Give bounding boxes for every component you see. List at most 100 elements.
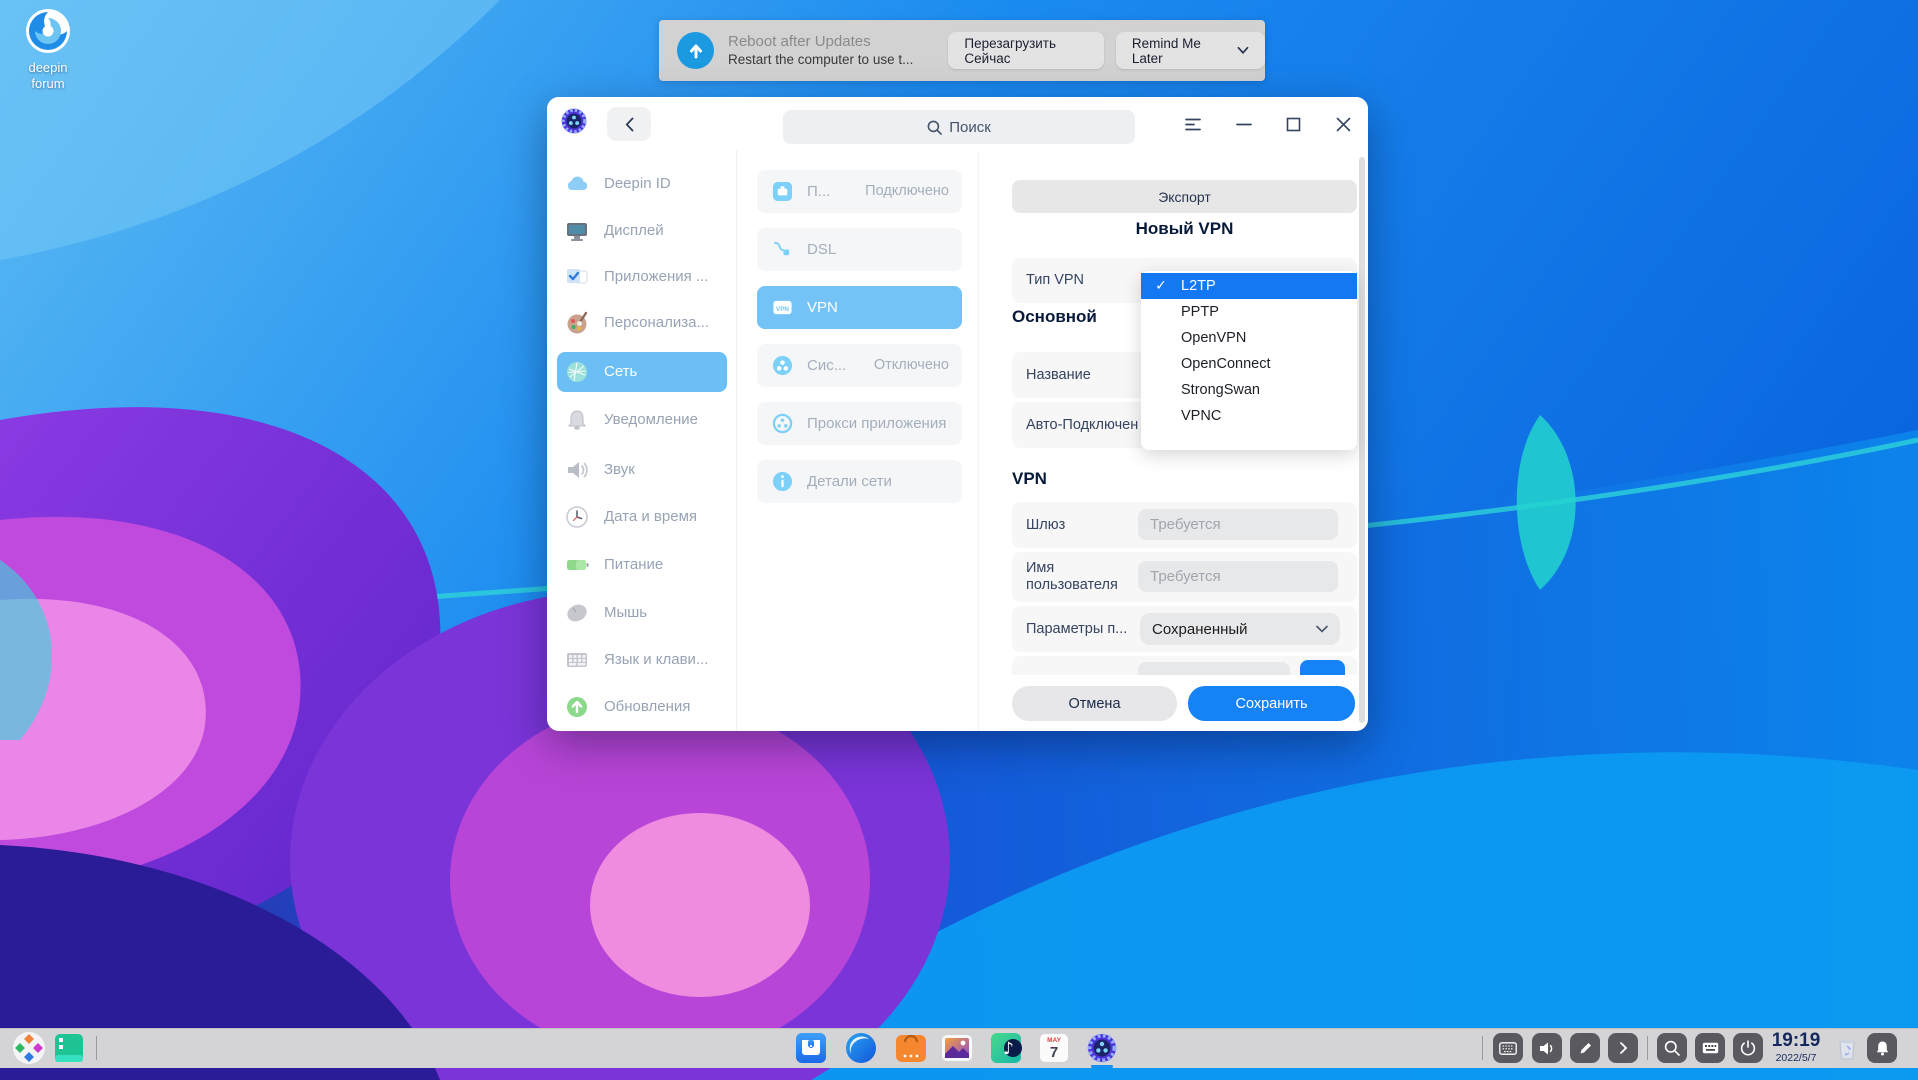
maximize-button[interactable]: [1278, 110, 1308, 138]
sidebar-item-datetime[interactable]: Дата и время: [557, 497, 727, 537]
desktop-shortcut-deepin-forum[interactable]: deepin forum: [6, 8, 90, 92]
save-button[interactable]: Сохранить: [1188, 686, 1355, 721]
dock-clock[interactable]: 19:19 2022/5/7: [1763, 1030, 1829, 1064]
status-disconnected: Отключено: [873, 357, 949, 373]
palette-icon: [567, 311, 588, 334]
gateway-label: Шлюз: [1026, 516, 1066, 533]
chevron-right-icon: [1619, 1042, 1627, 1054]
export-button[interactable]: Экспорт: [1012, 180, 1357, 213]
info-icon: [772, 471, 793, 492]
control-center-window: Поиск Deepin ID Дисплей Приложения ... П…: [547, 97, 1368, 731]
bell-icon: [1876, 1041, 1888, 1056]
sidebar-item-sound[interactable]: Звук: [557, 450, 727, 490]
active-app-indicator: [1091, 1065, 1113, 1068]
dropdown-option-openvpn[interactable]: ✓OpenVPN: [1141, 325, 1357, 351]
dock-app-editor[interactable]: [54, 1033, 86, 1065]
mouse-icon: [567, 604, 587, 622]
tray-screenshot-button[interactable]: [1570, 1033, 1600, 1063]
panel-divider: [978, 150, 979, 731]
update-icon: [567, 697, 587, 717]
browser-icon: [846, 1033, 876, 1063]
network-item-wired[interactable]: П... Подключено: [757, 170, 962, 213]
notification-title: Reboot after Updates: [728, 33, 871, 50]
network-item-dsl[interactable]: DSL: [757, 228, 962, 271]
dropdown-option-vpnc[interactable]: ✓VPNC: [1141, 403, 1357, 429]
panel-scrollbar[interactable]: [1359, 157, 1365, 723]
gateway-row: Шлюз: [1012, 502, 1357, 548]
hotspot-icon: [772, 355, 793, 376]
network-item-hotspot[interactable]: Сис... Отключено: [757, 344, 962, 387]
clipped-blue-button[interactable]: [1300, 660, 1345, 675]
sidebar-item-personalization[interactable]: Персонализа...: [557, 303, 727, 343]
window-menu-button[interactable]: [1178, 110, 1208, 138]
dock-trash[interactable]: [1833, 1034, 1861, 1062]
control-center-icon: [1087, 1033, 1117, 1063]
chevron-down-icon: [1316, 625, 1328, 633]
battery-icon: [567, 560, 589, 570]
sidebar-item-updates[interactable]: Обновления: [557, 687, 727, 727]
desktop-shortcut-label2: forum: [31, 76, 65, 91]
tray-notifications-button[interactable]: [1867, 1033, 1897, 1063]
clock-date: 2022/5/7: [1775, 1052, 1817, 1064]
dropdown-option-strongswan[interactable]: ✓StrongSwan: [1141, 377, 1357, 403]
close-button[interactable]: [1328, 110, 1358, 138]
gateway-input[interactable]: [1138, 509, 1338, 540]
dock-app-store[interactable]: [895, 1032, 927, 1064]
vpn-icon: VPN: [773, 300, 792, 315]
search-input[interactable]: Поиск: [783, 110, 1135, 144]
bell-icon: [568, 410, 586, 430]
music-icon: ♪: [991, 1033, 1022, 1063]
desktop-shortcut-label: deepin: [28, 60, 68, 75]
sidebar-item-display[interactable]: Дисплей: [557, 211, 727, 251]
launcher-button[interactable]: [12, 1031, 46, 1065]
svg-text:7: 7: [1050, 1044, 1058, 1061]
tray-expand-button[interactable]: [1608, 1033, 1638, 1063]
photos-icon: [942, 1035, 972, 1061]
network-item-details[interactable]: Детали сети: [757, 460, 962, 503]
speaker-icon: [568, 462, 588, 478]
password-options-select[interactable]: Сохраненный: [1140, 613, 1340, 645]
tray-search-button[interactable]: [1657, 1033, 1687, 1063]
dock-app-calendar[interactable]: MAY 7: [1038, 1032, 1070, 1064]
pen-icon: [1580, 1042, 1591, 1053]
reboot-now-button[interactable]: Перезагрузить Сейчас: [948, 32, 1104, 69]
clipped-input[interactable]: [1138, 662, 1290, 675]
dsl-icon: [773, 241, 790, 256]
dock-app-file-manager[interactable]: [795, 1032, 827, 1064]
back-button[interactable]: [607, 107, 651, 141]
dropdown-option-pptp[interactable]: ✓PPTP: [1141, 299, 1357, 325]
dropdown-option-openconnect[interactable]: ✓OpenConnect: [1141, 351, 1357, 377]
dock-app-music[interactable]: ♪: [990, 1032, 1022, 1064]
tray-onboard-button[interactable]: [1695, 1033, 1725, 1063]
keyboard-icon: [567, 653, 587, 667]
username-input[interactable]: [1138, 561, 1338, 592]
svg-text:♪: ♪: [1003, 1039, 1014, 1059]
remind-me-later-button[interactable]: Remind Me Later: [1115, 32, 1265, 69]
calendar-icon: MAY 7: [1040, 1034, 1068, 1062]
sidebar-item-keyboard[interactable]: Язык и клави...: [557, 640, 727, 680]
sidebar-item-power[interactable]: Питание: [557, 545, 727, 585]
display-icon: [567, 223, 587, 241]
name-label: Название: [1026, 366, 1091, 383]
dock-app-browser[interactable]: [845, 1032, 877, 1064]
dock-app-photos[interactable]: [941, 1032, 973, 1064]
network-item-app-proxy[interactable]: Прокси приложения: [757, 402, 962, 445]
dropdown-option-l2tp[interactable]: ✓ L2TP: [1141, 273, 1357, 299]
tray-volume-button[interactable]: [1532, 1033, 1562, 1063]
sidebar-item-notifications[interactable]: Уведомление: [557, 400, 727, 440]
sidebar-item-network[interactable]: Сеть: [557, 352, 727, 392]
tray-power-button[interactable]: [1733, 1033, 1763, 1063]
dock-app-control-center[interactable]: [1086, 1032, 1118, 1064]
network-item-vpn[interactable]: VPN VPN: [757, 286, 962, 329]
cancel-button[interactable]: Отмена: [1012, 686, 1177, 721]
sidebar-divider: [736, 150, 737, 731]
minimize-button[interactable]: [1229, 110, 1259, 138]
section-basic: Основной: [1012, 307, 1097, 326]
tray-keyboard-layout-button[interactable]: [1493, 1033, 1523, 1063]
sidebar-item-apps[interactable]: Приложения ...: [557, 257, 727, 297]
svg-text:VPN: VPN: [776, 306, 789, 313]
vpn-type-label: Тип VPN: [1026, 272, 1085, 288]
close-icon: [1336, 117, 1350, 131]
sidebar-item-mouse[interactable]: Мышь: [557, 593, 727, 633]
sidebar-item-deepin-id[interactable]: Deepin ID: [557, 164, 727, 204]
